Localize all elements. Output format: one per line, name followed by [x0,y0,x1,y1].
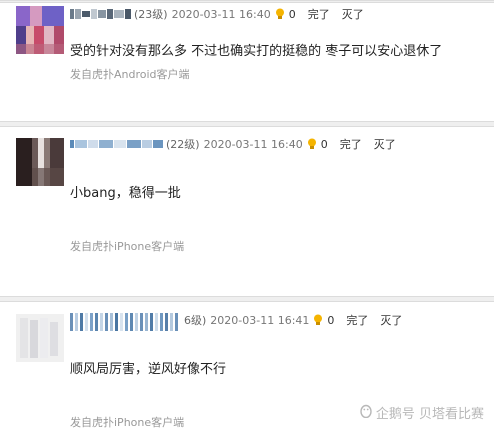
bad-button[interactable]: 灭了 [380,312,402,328]
like-count: 0 [320,137,328,151]
good-button[interactable]: 完了 [340,136,362,152]
penguin-logo-icon [359,404,373,422]
comment-text: 小bang，稳得一批 [70,186,181,201]
comment-text: 受的针对没有那么多 不过也确实打的挺稳的 枣子可以安心退休了 [70,44,443,59]
username[interactable] [70,137,164,151]
comment-time: 2020-03-11 16:40 [203,137,303,151]
comment-source: 发自虎扑iPhone客户端 [70,416,185,429]
avatar[interactable] [16,314,64,362]
comment-source: 发自虎扑Android客户端 [70,68,190,81]
comment-time: 2020-03-11 16:41 [210,313,310,327]
divider [0,121,494,127]
user-level: 6级) [184,314,207,327]
comment-meta: (23级) 2020-03-11 16:40 0 完了 灭了 [70,6,376,22]
comment-meta: (22级) 2020-03-11 16:40 0 完了 灭了 [70,136,408,152]
like-count: 0 [327,313,335,327]
good-button[interactable]: 完了 [308,6,330,22]
lightbulb-icon[interactable] [313,314,323,326]
bad-button[interactable]: 灭了 [374,136,396,152]
watermark: 企鹅号 贝塔看比赛 [359,403,484,422]
avatar[interactable] [16,138,64,186]
comment-source: 发自虎扑iPhone客户端 [70,240,185,253]
user-level: (22级) [166,138,200,151]
like-count: 0 [288,7,296,21]
bad-button[interactable]: 灭了 [342,6,364,22]
username[interactable] [70,313,182,331]
divider [0,296,494,302]
divider [0,0,494,3]
avatar[interactable] [16,6,64,54]
comment-list: (23级) 2020-03-11 16:40 0 完了 灭了 受的针对没有那么多… [0,0,494,434]
comment-meta: 6级) 2020-03-11 16:41 0 完了 灭了 [70,312,414,331]
lightbulb-icon[interactable] [275,8,285,20]
good-button[interactable]: 完了 [346,312,368,328]
comment-time: 2020-03-11 16:40 [171,7,271,21]
user-level: (23级) [134,8,168,21]
comment-text: 顺风局厉害，逆风好像不行 [70,362,227,377]
lightbulb-icon[interactable] [307,138,317,150]
watermark-text: 企鹅号 贝塔看比赛 [375,407,484,422]
username[interactable] [70,7,132,21]
